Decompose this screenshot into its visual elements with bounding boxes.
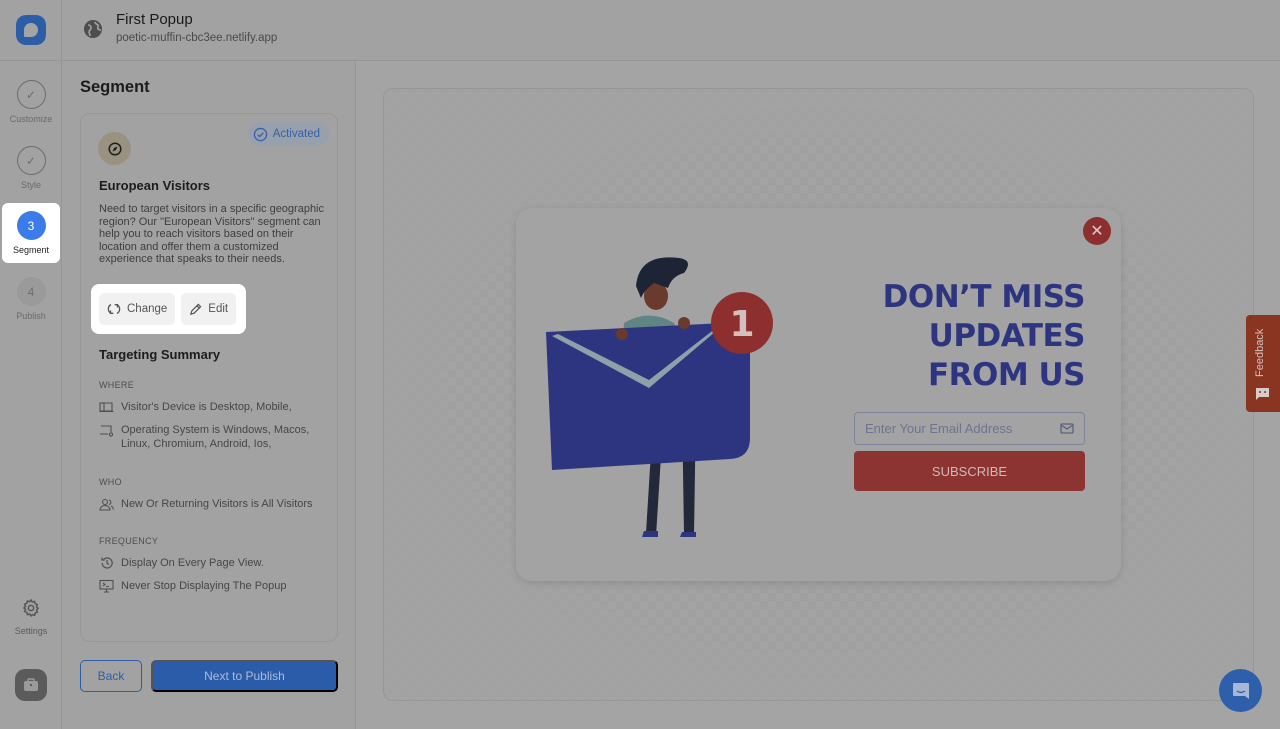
left-rail: ✓ Customize ✓ Style 3 Segment 4 Publish …	[0, 0, 62, 729]
summary-item-visitors: New Or Returning Visitors is All Visitor…	[99, 497, 329, 511]
subscribe-button[interactable]: SUBSCRIBE	[854, 451, 1085, 491]
laptop-settings-icon	[99, 423, 114, 437]
settings-label: Settings	[14, 626, 48, 636]
briefcase-button[interactable]	[15, 669, 47, 701]
history-icon	[99, 556, 114, 570]
segment-actions: Change Edit	[91, 284, 246, 334]
monitor-icon	[99, 579, 114, 593]
popup-headline: DON’T MISS UPDATES FROM US	[882, 278, 1086, 395]
notification-count: 1	[729, 304, 754, 345]
step-number: 3	[16, 211, 46, 240]
app-logo[interactable]	[16, 15, 46, 45]
next-to-publish-button[interactable]: Next to Publish	[151, 660, 338, 692]
check-circle-icon	[253, 127, 267, 141]
chat-launcher-button[interactable]	[1219, 669, 1262, 712]
summary-text: Display On Every Page View.	[121, 557, 264, 569]
step-label: Publish	[16, 311, 46, 321]
site-url[interactable]: poetic-muffin-cbc3ee.netlify.app	[116, 32, 277, 44]
headline-line: FROM US	[927, 357, 1086, 393]
segment-card: Activated European Visitors Need to targ…	[80, 113, 338, 642]
chat-bubble-logo-icon	[24, 23, 38, 37]
step-segment[interactable]: 3 Segment	[2, 203, 60, 263]
step-customize[interactable]: ✓ Customize	[0, 80, 62, 124]
smiley-chat-icon	[1256, 388, 1269, 400]
email-field[interactable]: Enter Your Email Address	[854, 412, 1085, 445]
check-icon: ✓	[16, 146, 46, 175]
summary-text: Operating System is Windows, Macos, Linu…	[121, 424, 310, 450]
status-text: Activated	[272, 128, 320, 140]
edit-button[interactable]: Edit	[181, 293, 237, 325]
check-icon: ✓	[16, 80, 46, 109]
back-button[interactable]: Back	[80, 660, 142, 692]
pencil-icon	[190, 303, 202, 315]
divider	[0, 60, 62, 61]
settings-button[interactable]: Settings	[0, 598, 62, 636]
close-popup-button[interactable]: ✕	[1083, 217, 1111, 245]
step-number: 4	[16, 277, 46, 306]
change-label: Change	[127, 303, 168, 315]
summary-text: Never Stop Displaying The Popup	[121, 580, 287, 592]
top-bar: First Popup poetic-muffin-cbc3ee.netlify…	[62, 0, 1280, 61]
status-badge: Activated	[247, 122, 329, 146]
envelope-illustration: 1	[546, 257, 773, 537]
users-icon	[99, 497, 114, 511]
segment-panel: Segment Activated European Visitors Need…	[62, 61, 356, 729]
email-placeholder: Enter Your Email Address	[865, 421, 1013, 436]
globe-icon	[84, 20, 102, 38]
mail-icon	[1060, 423, 1074, 434]
summary-item-stop: Never Stop Displaying The Popup	[99, 579, 329, 593]
headline-line: UPDATES	[928, 318, 1086, 354]
summary-text: New Or Returning Visitors is All Visitor…	[121, 498, 313, 510]
summary-item-os: Operating System is Windows, Macos, Linu…	[99, 423, 329, 451]
summary-item-device: Visitor's Device is Desktop, Mobile,	[99, 400, 329, 414]
headline-line: DON’T MISS	[882, 279, 1086, 315]
step-label: Customize	[9, 114, 53, 124]
targeting-summary-title: Targeting Summary	[99, 347, 221, 362]
feedback-tab[interactable]: Feedback	[1246, 315, 1280, 412]
frequency-label: FREQUENCY	[99, 536, 159, 546]
segment-description: Need to target visitors in a specific ge…	[99, 203, 325, 266]
summary-text: Visitor's Device is Desktop, Mobile,	[121, 401, 292, 413]
step-publish[interactable]: 4 Publish	[0, 277, 62, 321]
feedback-label: Feedback	[1254, 328, 1266, 377]
gear-icon	[22, 598, 40, 618]
popup-preview: 1 ✕ DON’T MISS UPDATES FROM US Enter You…	[516, 208, 1121, 581]
step-style[interactable]: ✓ Style	[0, 146, 62, 190]
chat-icon	[1232, 682, 1249, 699]
step-label: Style	[20, 180, 41, 190]
refresh-icon	[107, 303, 121, 315]
who-label: WHO	[99, 477, 122, 487]
briefcase-icon	[24, 678, 38, 691]
step-label: Segment	[12, 245, 50, 255]
close-icon: ✕	[1090, 223, 1104, 240]
summary-item-display: Display On Every Page View.	[99, 556, 329, 570]
where-label: WHERE	[99, 380, 134, 390]
panel-title: Segment	[80, 78, 150, 96]
change-button[interactable]: Change	[99, 293, 176, 325]
edit-label: Edit	[208, 303, 229, 315]
devices-icon	[99, 400, 114, 414]
segment-name: European Visitors	[99, 178, 211, 193]
segment-icon	[98, 132, 131, 165]
popup-title: First Popup	[116, 11, 193, 28]
compass-icon	[107, 141, 122, 156]
